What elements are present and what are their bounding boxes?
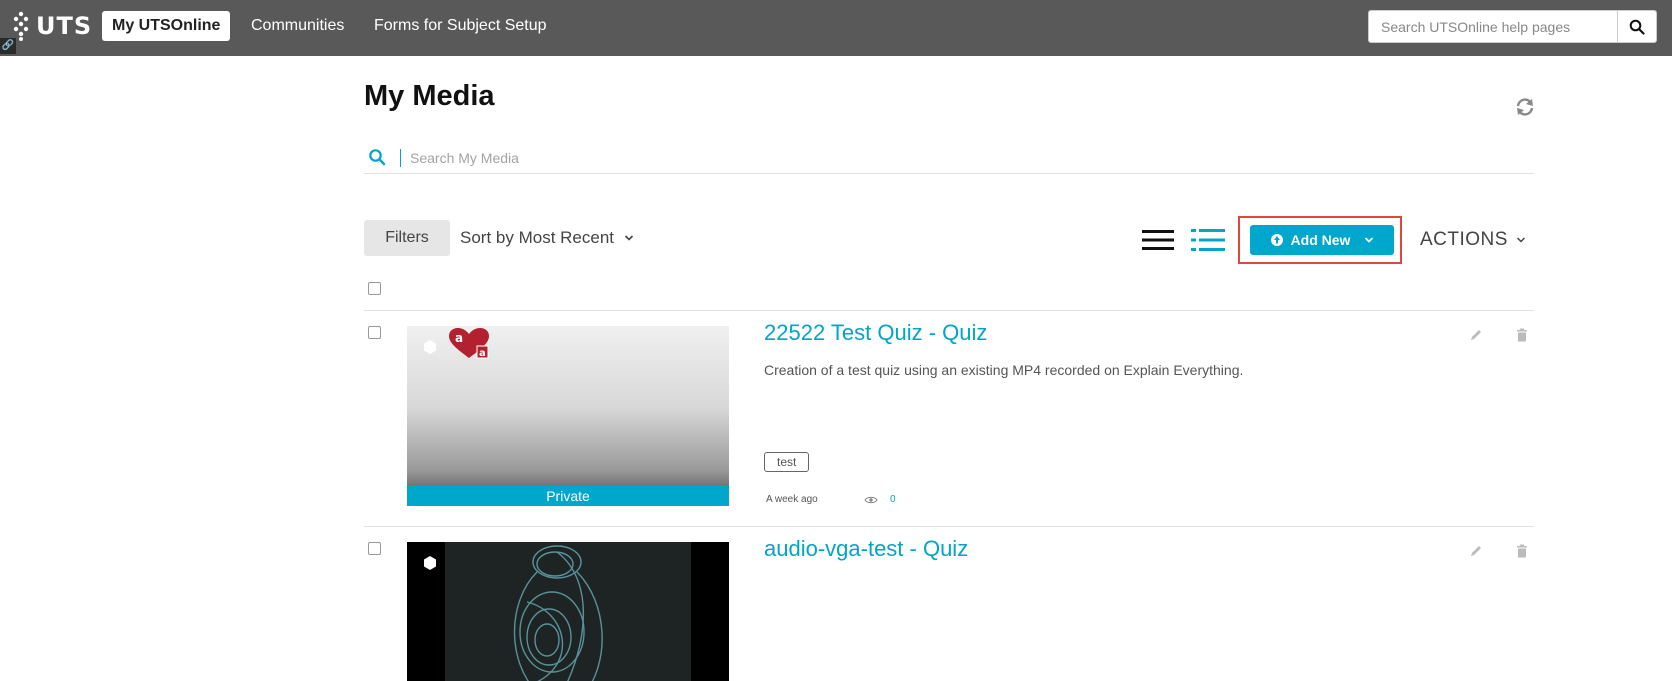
- top-nav-bar: UTS 🔗 My UTSOnline Communities Forms for…: [0, 0, 1672, 56]
- chevron-down-icon: [1516, 237, 1525, 243]
- media-entry: a a Private 22522 Test Quiz - Quiz Creat…: [364, 310, 1534, 526]
- chevron-down-icon: [1365, 237, 1374, 243]
- quiz-type-icon: [424, 556, 436, 570]
- actions-label: ACTIONS: [1420, 229, 1508, 250]
- views-count: 0: [890, 494, 896, 505]
- add-new-highlight: Add New: [1238, 216, 1402, 264]
- detailed-view-icon[interactable]: [1191, 228, 1225, 252]
- add-new-label: Add New: [1290, 232, 1351, 248]
- tab-forms-for-subject-setup[interactable]: Forms for Subject Setup: [364, 11, 557, 41]
- edit-icon[interactable]: [1469, 328, 1483, 342]
- sort-dropdown[interactable]: Sort by Most Recent: [460, 228, 634, 248]
- select-all-checkbox[interactable]: [368, 282, 381, 295]
- add-new-button[interactable]: Add New: [1250, 225, 1394, 255]
- edit-icon[interactable]: [1469, 544, 1483, 558]
- page-title: My Media: [364, 80, 495, 112]
- search-icon: [369, 149, 386, 166]
- help-search-button[interactable]: [1617, 10, 1657, 43]
- thumbnail-artwork-image: [445, 542, 691, 681]
- media-entry: audio-vga-test - Quiz: [364, 526, 1534, 681]
- link-icon[interactable]: 🔗: [0, 38, 16, 54]
- privacy-label: Private: [407, 486, 729, 506]
- entry-checkbox[interactable]: [368, 542, 381, 555]
- quiz-type-icon: [424, 340, 436, 354]
- entry-title-link[interactable]: audio-vga-test - Quiz: [764, 536, 968, 562]
- svg-text:a: a: [479, 348, 486, 359]
- search-icon: [1629, 19, 1645, 35]
- tab-my-utsonline[interactable]: My UTSOnline: [102, 11, 231, 41]
- entry-thumbnail[interactable]: a a Private: [407, 326, 729, 506]
- entry-thumbnail[interactable]: [407, 542, 729, 681]
- delete-icon[interactable]: [1516, 544, 1528, 558]
- entry-title-link[interactable]: 22522 Test Quiz - Quiz: [764, 320, 987, 346]
- svg-text:a: a: [455, 331, 463, 345]
- search-divider: [400, 149, 401, 167]
- logo-text: UTS: [36, 12, 93, 40]
- entry-checkbox[interactable]: [368, 326, 381, 339]
- heart-badge-icon: a a: [449, 328, 489, 359]
- refresh-icon[interactable]: [1514, 96, 1536, 118]
- tab-communities[interactable]: Communities: [241, 11, 354, 41]
- help-search-input[interactable]: [1368, 10, 1618, 43]
- media-search-bar: [364, 142, 1534, 174]
- chevron-down-icon: [624, 235, 634, 241]
- entry-date: A week ago: [766, 494, 818, 505]
- actions-dropdown[interactable]: ACTIONS: [1420, 229, 1526, 251]
- uts-logo[interactable]: UTS: [10, 10, 92, 42]
- entry-description: Creation of a test quiz using an existin…: [764, 362, 1244, 378]
- filters-button[interactable]: Filters: [364, 220, 450, 256]
- sort-label: Sort by Most Recent: [460, 228, 615, 247]
- delete-icon[interactable]: [1516, 328, 1528, 342]
- media-search-input[interactable]: [410, 146, 1310, 170]
- entry-tag[interactable]: test: [764, 452, 810, 472]
- eye-icon: [864, 496, 878, 504]
- upload-icon: [1270, 234, 1283, 246]
- list-view-icon[interactable]: [1142, 229, 1174, 251]
